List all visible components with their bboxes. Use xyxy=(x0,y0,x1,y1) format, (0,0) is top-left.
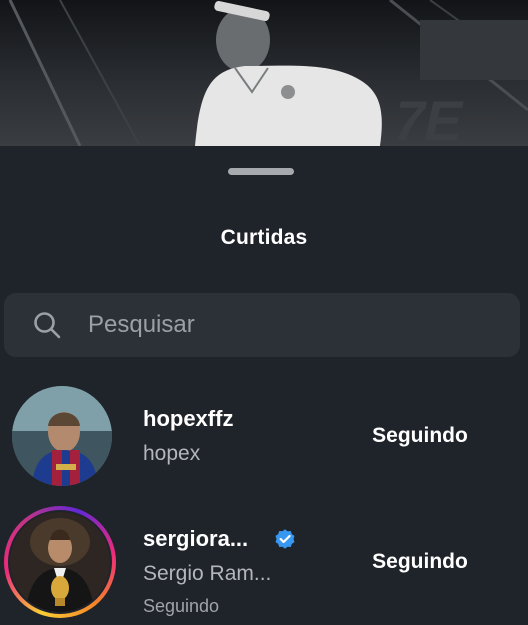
background-photo: 7E xyxy=(0,0,528,146)
username[interactable]: sergiora... xyxy=(143,526,248,552)
player-photo: 7E xyxy=(8,0,528,146)
full-name: hopex xyxy=(143,442,201,465)
search-input[interactable] xyxy=(88,293,488,357)
follow-status: Seguindo xyxy=(143,596,220,616)
full-name: Sergio Ram... xyxy=(143,562,272,585)
following-button[interactable]: Seguindo xyxy=(352,414,488,458)
sheet-title: Curtidas xyxy=(220,226,308,249)
search-icon xyxy=(34,312,61,339)
avatar[interactable] xyxy=(10,512,110,612)
avatar-image xyxy=(10,512,110,612)
list-item[interactable]: hopexffz hopex Seguindo xyxy=(0,376,528,496)
list-item[interactable]: sergiora... Sergio Ram... Seguindo Segui… xyxy=(0,502,528,622)
username[interactable]: hopexffz xyxy=(143,406,233,432)
avatar-image xyxy=(12,386,112,486)
verified-badge-icon xyxy=(275,529,295,549)
svg-text:7E: 7E xyxy=(388,90,470,146)
search-bar[interactable] xyxy=(4,293,520,357)
likes-sheet: Curtidas hopexffz hopex Seguindo xyxy=(0,146,528,625)
following-button[interactable]: Seguindo xyxy=(352,540,488,584)
drag-handle[interactable] xyxy=(228,168,294,175)
avatar[interactable] xyxy=(12,386,112,486)
